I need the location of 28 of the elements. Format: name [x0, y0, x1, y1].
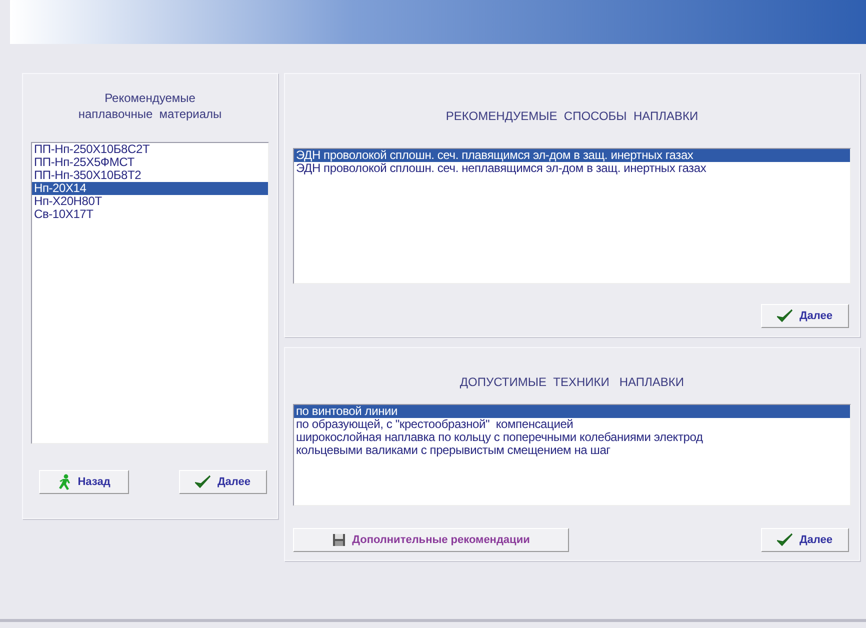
- panel-heading: РЕКОМЕНДУЕМЫЕ СПОСОБЫ НАПЛАВКИ: [446, 108, 698, 124]
- walking-figure-icon: [58, 474, 72, 490]
- back-button[interactable]: Назад: [39, 470, 129, 494]
- panel-heading: Рекомендуемые: [104, 90, 196, 106]
- checkmark-icon: [195, 475, 212, 489]
- list-item[interactable]: кольцевыми валиками с прерывистым смещением на шаг: [294, 444, 850, 457]
- panel-heading: наплавочные материалы: [78, 106, 222, 122]
- list-item[interactable]: ЭДН проволокой сплошн. сеч. плавящимся эл-дом в защ. инертных газах: [294, 149, 850, 162]
- list-item[interactable]: по образующей, с "крестообразной" компенсацией: [294, 418, 850, 431]
- list-item[interactable]: ПП-Нп-350Х10Б8Т2: [32, 169, 268, 182]
- list-box[interactable]: ПП-Нп-250Х10Б8С2Т ПП-Нп-25Х5ФМСТ ПП-Нп-350Х10Б8Т2 Нп-20Х14 Нп-Х20Н80Т Св-10Х17Т: [31, 142, 269, 444]
- panel-heading: ДОПУСТИМЫЕ ТЕХНИКИ НАПЛАВКИ: [460, 374, 684, 390]
- list-item[interactable]: Нп-Х20Н80Т: [32, 195, 268, 208]
- next-button[interactable]: Далее: [761, 304, 849, 328]
- list-item[interactable]: Св-10Х17Т: [32, 208, 268, 221]
- next-button[interactable]: Далее: [761, 528, 849, 552]
- list-item[interactable]: по винтовой линии: [294, 405, 850, 418]
- list-box[interactable]: по винтовой линии по образующей, с "крестообразной" компенсацией широкослойная наплавка по кольцу с поперечными колебаниями электрод кольцевыми валиками с прерывистым смещением на шаг: [293, 404, 851, 506]
- recommendations-button[interactable]: Дополнительные рекомендации: [293, 528, 569, 552]
- list-item[interactable]: ПП-Нп-250Х10Б8С2Т: [32, 143, 268, 156]
- checkmark-icon: [777, 309, 794, 323]
- list-item[interactable]: ПП-Нп-25Х5ФМСТ: [32, 156, 268, 169]
- checkmark-icon: [777, 533, 794, 547]
- list-item[interactable]: ЭДН проволокой сплошн. сеч. неплавящимся эл-дом в защ. инертных газах: [294, 162, 850, 175]
- list-item[interactable]: Нп-20Х14: [32, 182, 268, 195]
- list-box[interactable]: ЭДН проволокой сплошн. сеч. плавящимся эл-дом в защ. инертных газах ЭДН проволокой сплошн. сеч. неплавящимся эл-дом в защ. инертных газах: [293, 148, 851, 284]
- next-button[interactable]: Далее: [179, 470, 267, 494]
- list-item[interactable]: широкослойная наплавка по кольцу с поперечными колебаниями электрод: [294, 431, 850, 444]
